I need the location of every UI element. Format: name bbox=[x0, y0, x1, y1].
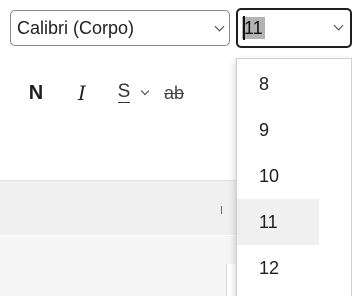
font-size-option-12[interactable]: 12 bbox=[237, 245, 319, 291]
panel-edge bbox=[226, 264, 236, 296]
underline-label: S bbox=[117, 81, 131, 103]
font-name-combobox[interactable]: Calibri (Corpo) bbox=[10, 10, 230, 46]
chevron-down-icon[interactable] bbox=[140, 86, 150, 96]
text-caret bbox=[243, 16, 245, 40]
font-size-value[interactable]: 11 bbox=[242, 17, 265, 39]
font-size-option-8[interactable]: 8 bbox=[237, 61, 319, 107]
ribbon-panel-lower bbox=[0, 236, 236, 296]
bold-button[interactable]: N bbox=[24, 78, 48, 108]
font-size-dropdown-list: 8 9 10 11 12 bbox=[236, 58, 352, 296]
font-name-value[interactable]: Calibri (Corpo) bbox=[17, 18, 134, 39]
font-size-combobox[interactable]: 11 bbox=[236, 8, 352, 48]
strikethrough-button[interactable]: ab bbox=[164, 78, 194, 108]
font-size-option-11[interactable]: 11 bbox=[237, 199, 319, 245]
underline-button[interactable]: S bbox=[112, 78, 136, 108]
formatting-row: N I S ab bbox=[0, 78, 236, 108]
font-size-option-9[interactable]: 9 bbox=[237, 107, 319, 153]
ribbon-panel bbox=[0, 180, 236, 235]
chevron-down-icon[interactable] bbox=[214, 21, 225, 32]
ruler-tick bbox=[221, 206, 222, 214]
chevron-down-icon[interactable] bbox=[333, 20, 344, 31]
font-size-option-10[interactable]: 10 bbox=[237, 153, 319, 199]
italic-button[interactable]: I bbox=[70, 78, 94, 108]
